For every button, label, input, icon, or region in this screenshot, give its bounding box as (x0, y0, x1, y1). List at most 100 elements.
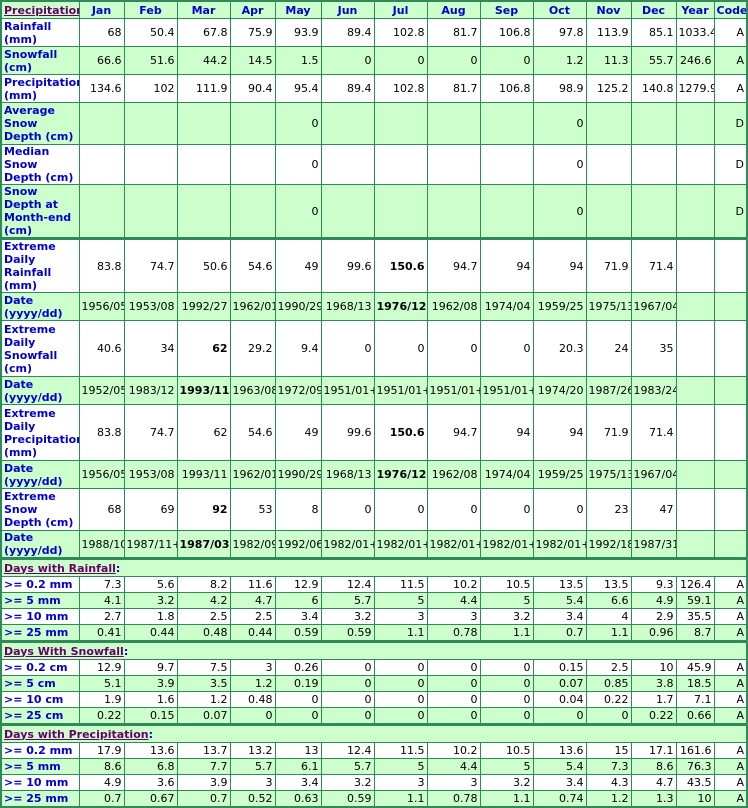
table-row: Extreme Daily Rainfall (mm) 83.8 74.7 50.6 5… (0, 237, 748, 293)
row-label: Date (yyyy/dd) (0, 292, 80, 321)
cell-may: 95.4 (274, 74, 322, 103)
cell-jun: 0 (320, 707, 375, 725)
cell-nov: 0 (585, 707, 632, 725)
cell-aug: 0 (426, 46, 481, 75)
cell-dec: 47 (630, 488, 677, 531)
table-row: Extreme Daily Precipitation (mm) 83.8 74.7… (0, 404, 748, 461)
cell-oct: 5.4 (532, 592, 587, 609)
cell-sep: 1974/04 (479, 460, 534, 489)
cell-oct: 94 (532, 237, 587, 293)
cell-dec: 71.4 (630, 237, 677, 293)
table-row: Snowfall (cm) 66.6 51.6 44.2 14.5 1.5 0 0 0 0 1.2 1… (0, 46, 748, 75)
cell-oct: 3.4 (532, 774, 587, 791)
cell-sep: 0 (479, 659, 534, 676)
cell-code: A (713, 774, 748, 791)
cell-jan: 0.7 (78, 790, 125, 808)
cell-mar: 1992/27 (176, 292, 231, 321)
section-title-cell: Days with Precipitation: (0, 723, 748, 743)
cell-aug: 94.7 (426, 237, 481, 293)
cell-feb: 1983/12 (123, 376, 178, 405)
cell-jul: 1.1 (373, 790, 428, 808)
table-row: >= 25 cm 0.22 0.15 0.07 0 0 0 0 0 0 0 0 0.22 0.66 A (0, 707, 748, 725)
cell-code: A (713, 742, 748, 759)
row-label: >= 0.2 mm (0, 576, 80, 593)
cell-sep: 94 (479, 237, 534, 293)
cell-may: 3.4 (274, 608, 322, 625)
cell-oct: 0 (532, 707, 587, 725)
precipitation-link[interactable]: Precipitation (4, 4, 78, 17)
section-link[interactable]: Days With Snowfall (4, 645, 124, 658)
cell-code (713, 530, 748, 559)
cell-aug: 94.7 (426, 404, 481, 461)
cell-sep: 106.8 (479, 18, 534, 47)
cell-apr: 13.2 (229, 742, 276, 759)
cell-nov (585, 184, 632, 239)
cell-mar: 50.6 (176, 237, 231, 293)
section-title-cell: Days with Rainfall: (0, 557, 748, 577)
cell-apr: 2.5 (229, 608, 276, 625)
cell-mar: 1987/03 (176, 530, 231, 559)
cell-mar: 4.2 (176, 592, 231, 609)
section-link[interactable]: Days with Rainfall (4, 562, 116, 575)
cell-nov: 7.3 (585, 758, 632, 775)
cell-apr: 1962/01 (229, 292, 276, 321)
cell-sep: 0 (479, 691, 534, 708)
section-title-cell: Days With Snowfall: (0, 640, 748, 660)
cell-jun: 1968/13 (320, 460, 375, 489)
cell-oct: 0 (532, 102, 587, 145)
cell-dec: 1967/04 (630, 460, 677, 489)
cell-jun: 3.2 (320, 774, 375, 791)
cell-jul: 11.5 (373, 742, 428, 759)
cell-jul: 150.6 (373, 237, 428, 293)
row-label: Date (yyyy/dd) (0, 376, 80, 405)
cell-may: 1972/09 (274, 376, 322, 405)
cell-jan: 1956/05 (78, 460, 125, 489)
colon: : (148, 727, 154, 741)
cell-dec: 17.1 (630, 742, 677, 759)
table-row: >= 0.2 mm 7.3 5.6 8.2 11.6 12.9 12.4 11.5 10.2 10… (0, 576, 748, 593)
cell-nov: 71.9 (585, 237, 632, 293)
row-label: Snow Depth at Month-end (cm) (0, 184, 80, 239)
cell-nov: 11.3 (585, 46, 632, 75)
cell-nov: 1975/13 (585, 460, 632, 489)
cell-year: 126.4 (675, 576, 715, 593)
cell-apr: 3 (229, 774, 276, 791)
cell-mar: 7.7 (176, 758, 231, 775)
cell-jan: 40.6 (78, 320, 125, 377)
cell-dec: 85.1 (630, 18, 677, 47)
cell-feb: 3.2 (123, 592, 178, 609)
cell-nov: 71.9 (585, 404, 632, 461)
cell-jun: 99.6 (320, 237, 375, 293)
section-link[interactable]: Days with Precipitation (4, 728, 149, 741)
cell-mar: 62 (176, 404, 231, 461)
cell-aug: 81.7 (426, 74, 481, 103)
cell-jul: 0 (373, 488, 428, 531)
cell-nov (585, 102, 632, 145)
cell-jun: 0.59 (320, 624, 375, 642)
row-label: Average Snow Depth (cm) (0, 102, 80, 145)
cell-apr: 3 (229, 659, 276, 676)
column-header-jan: Jan (78, 0, 125, 19)
cell-nov: 24 (585, 320, 632, 377)
cell-aug: 81.7 (426, 18, 481, 47)
cell-jan: 0.22 (78, 707, 125, 725)
table-row: Date (yyyy/dd) 1988/10 1987/11+ 1987/03 1982… (0, 530, 748, 559)
cell-year: 1279.9 (675, 74, 715, 103)
row-label: Precipitation (mm) (0, 74, 80, 103)
cell-code (713, 488, 748, 531)
cell-jan (78, 184, 125, 239)
cell-aug: 0.78 (426, 624, 481, 642)
row-label: >= 0.2 mm (0, 742, 80, 759)
cell-jan: 0.41 (78, 624, 125, 642)
cell-apr: 29.2 (229, 320, 276, 377)
column-header-code: Code (713, 0, 748, 19)
cell-mar: 7.5 (176, 659, 231, 676)
row-label: >= 5 mm (0, 758, 80, 775)
cell-oct: 1974/20 (532, 376, 587, 405)
cell-may: 49 (274, 237, 322, 293)
cell-nov: 0.85 (585, 675, 632, 692)
cell-year: 18.5 (675, 675, 715, 692)
cell-jul: 150.6 (373, 404, 428, 461)
cell-nov: 0.22 (585, 691, 632, 708)
cell-sep: 1982/01+ (479, 530, 534, 559)
